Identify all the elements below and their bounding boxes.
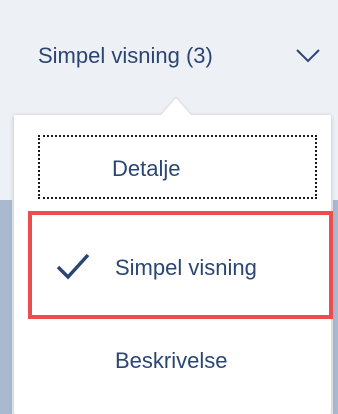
background-strip-left bbox=[0, 200, 12, 414]
menu-item-beskrivelse[interactable]: Beskrivelse bbox=[14, 328, 331, 400]
menu-item-beskrivelse-label: Beskrivelse bbox=[115, 348, 228, 373]
chevron-down-icon bbox=[296, 49, 320, 63]
menu-item-detalje[interactable]: Detalje bbox=[14, 135, 331, 203]
background-strip-right bbox=[333, 200, 338, 414]
check-icon bbox=[56, 253, 90, 280]
menu-item-simpel-visning-label: Simpel visning bbox=[115, 255, 257, 280]
view-toggle-button[interactable]: Simpel visning (3) bbox=[0, 0, 338, 100]
menu-item-simpel-visning[interactable]: Simpel visning bbox=[14, 214, 331, 318]
dropdown-pointer-arrow bbox=[161, 98, 191, 115]
view-toggle-label: Simpel visning (3) bbox=[38, 43, 213, 68]
menu-item-detalje-label: Detalje bbox=[112, 156, 181, 181]
